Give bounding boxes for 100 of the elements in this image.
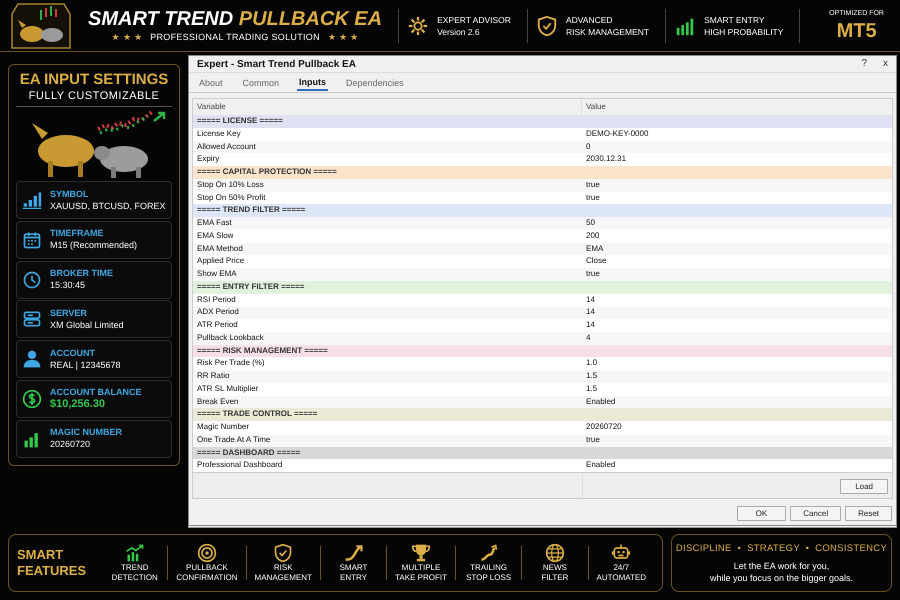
globe-icon xyxy=(544,543,565,563)
feature-title: SMART ENTRY xyxy=(704,14,766,26)
variable-cell-text: Risk Per Trade (%) xyxy=(196,357,266,370)
variable-cell-text: One Trade At A Time xyxy=(196,434,272,446)
value-cell-text: 1.0 xyxy=(585,357,598,370)
variable-cell-text: EMA Fast xyxy=(196,217,233,229)
value-cell-text: 2030.12.31 xyxy=(585,153,628,166)
features-title: FEATURES xyxy=(17,563,86,579)
signal-bars-icon xyxy=(22,190,42,210)
info-value: 15:30:45 xyxy=(50,279,86,292)
help-button[interactable]: ? xyxy=(861,58,867,70)
feature-label: MULTIPLE xyxy=(402,563,440,573)
feature-label: DETECTION xyxy=(112,573,158,583)
dialog-title: Expert - Smart Trend Pullback EA xyxy=(197,58,356,72)
info-label: TIMEFRAME xyxy=(50,228,104,240)
tagline-text: Let the EA work for you, xyxy=(732,560,830,572)
variable-cell-text: Show EMA xyxy=(196,268,238,280)
variable-cell-text: EMA Slow xyxy=(196,230,234,242)
product-title: SMART TREND PULLBACK EA xyxy=(88,6,382,31)
variable-cell-text: RSI Period xyxy=(196,294,237,306)
info-label: ACCOUNT xyxy=(50,348,96,359)
variable-cell-text: ADX Period xyxy=(196,306,240,318)
feature-label: MANAGEMENT xyxy=(254,573,312,583)
value-cell-text: 1.5 xyxy=(585,370,598,382)
info-value: XM Global Limited xyxy=(50,318,124,331)
value-cell-text: Enabled xyxy=(585,396,616,408)
group-title: ===== RISK MANAGEMENT ===== xyxy=(196,344,329,356)
value-cell-text: 14 xyxy=(585,306,596,318)
value-cell-text: 200 xyxy=(585,230,600,242)
value-cell-text: 1.5 xyxy=(585,382,598,395)
variable-cell-text: Break Even xyxy=(196,396,240,408)
value-cell-text: true xyxy=(585,192,601,204)
variable-cell-text: Stop On 10% Loss xyxy=(196,178,265,191)
feature-subtitle: RISK MANAGEMENT xyxy=(566,26,650,38)
tagline-text: while you focus on the bigger goals. xyxy=(710,572,854,584)
gear-icon xyxy=(407,14,430,36)
dialog-tab[interactable]: Inputs xyxy=(297,74,328,90)
stars: ★ ★ ★ xyxy=(328,30,358,44)
value-cell-text: 50 xyxy=(585,217,596,229)
info-value: M15 (Recommended) xyxy=(50,239,138,252)
group-title: ===== LICENSE ===== xyxy=(196,115,284,127)
value-cell-text: Enabled xyxy=(585,459,616,472)
info-label: BROKER TIME xyxy=(50,268,113,280)
value-cell-text: 14 xyxy=(585,294,596,306)
load-button[interactable]: Load xyxy=(840,479,888,494)
feature-label: TRAILING xyxy=(470,563,508,573)
info-label: ACCOUNT BALANCE xyxy=(50,387,142,398)
dialog-button[interactable]: Cancel xyxy=(790,506,842,521)
dialog-tab[interactable]: Dependencies xyxy=(344,76,406,90)
close-button[interactable]: x xyxy=(883,58,888,70)
value-cell-text: 20260720 xyxy=(585,421,623,433)
shield-icon xyxy=(273,543,294,563)
value-cell-text: 0 xyxy=(585,140,592,152)
variable-cell-text: RR Ratio xyxy=(196,370,230,382)
winding-arrow-icon xyxy=(478,543,499,563)
feature-label: TREND xyxy=(120,563,149,573)
feature-label: TAKE PROFIT xyxy=(395,573,447,583)
dialog-tab[interactable]: About xyxy=(197,76,225,90)
info-label: SYMBOL xyxy=(50,188,90,200)
tagline-headline: DISCIPLINE • STRATEGY • CONSISTENCY xyxy=(676,542,888,556)
dialog-button[interactable]: OK xyxy=(736,506,786,521)
variable-cell-text: Magic Number xyxy=(196,421,250,433)
trophy-icon xyxy=(411,543,432,563)
dialog-tab[interactable]: Common xyxy=(240,76,282,90)
feature-label: 24/7 xyxy=(613,563,630,573)
feature-label: ENTRY xyxy=(340,573,367,583)
group-title: ===== CAPITAL PROTECTION ===== xyxy=(196,166,338,178)
value-cell-text: DEMO-KEY-0000 xyxy=(585,128,650,140)
feature-label: RISK xyxy=(274,563,293,573)
variable-cell-text: Applied Price xyxy=(196,255,246,268)
group-title: ===== TRADE CONTROL ===== xyxy=(196,408,318,420)
group-title: ===== TREND FILTER ===== xyxy=(196,204,306,216)
feature-label: CONFIRMATION xyxy=(176,573,238,583)
column-header: Value xyxy=(585,101,607,113)
info-label: SERVER xyxy=(50,308,88,319)
feature-label: STOP LOSS xyxy=(466,573,512,583)
shield-icon xyxy=(536,14,558,36)
group-title: ===== ENTRY FILTER ===== xyxy=(196,280,306,293)
trend-chart-icon xyxy=(124,543,145,563)
value-cell-text: 4 xyxy=(585,332,592,344)
feature-label: NEWS xyxy=(542,563,567,573)
dollar-icon xyxy=(22,388,42,409)
feature-label: SMART xyxy=(340,563,368,573)
variable-cell-text: Pullback Lookback xyxy=(196,332,265,344)
variable-cell-text: License Key xyxy=(196,128,242,140)
feature-title: EXPERT ADVISOR xyxy=(437,14,511,26)
feature-label: AUTOMATED xyxy=(596,573,646,583)
features-title: SMART xyxy=(17,547,64,563)
variable-cell-text: Allowed Account xyxy=(196,140,257,152)
value-cell-text: true xyxy=(585,434,601,446)
rising-arrow-icon xyxy=(344,543,364,563)
dialog-button[interactable]: Reset xyxy=(845,506,892,521)
variable-cell-text: ATR SL Multiplier xyxy=(196,382,260,395)
feature-subtitle: Version 2.6 xyxy=(437,26,481,38)
server-icon xyxy=(22,309,42,330)
variable-cell-text: Professional Dashboard xyxy=(196,459,284,472)
stars: ★ ★ ★ xyxy=(112,30,142,44)
value-cell-text: true xyxy=(585,178,601,191)
product-subtitle: PROFESSIONAL TRADING SOLUTION xyxy=(150,30,320,44)
feature-label: FILTER xyxy=(541,573,568,583)
